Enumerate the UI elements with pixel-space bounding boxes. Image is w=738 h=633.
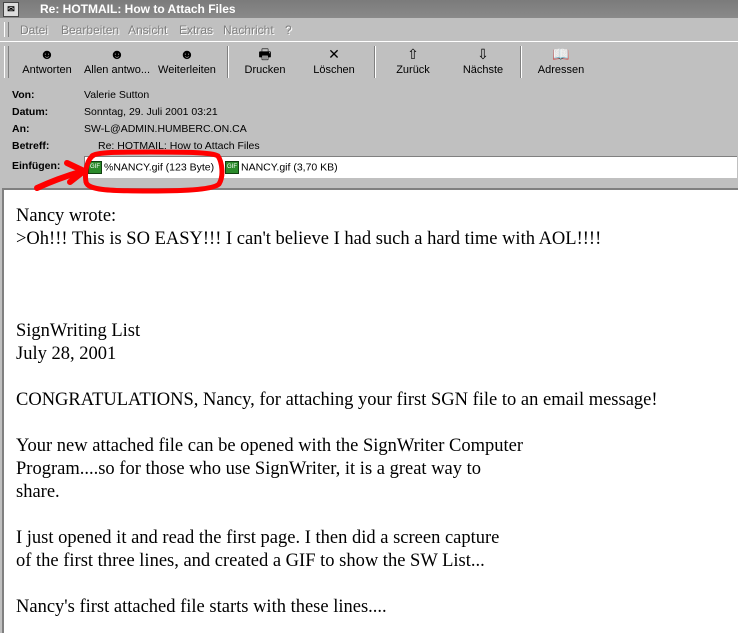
attachment-item[interactable]: GIF %NANCY.gif (123 Byte) bbox=[88, 161, 214, 174]
menu-help[interactable]: ? bbox=[285, 23, 292, 37]
menu-nachricht[interactable]: Nachricht bbox=[223, 23, 274, 37]
delete-x-icon: ✕ bbox=[328, 46, 340, 62]
title-bar: ✉ Re: HOTMAIL: How to Attach Files bbox=[0, 0, 738, 18]
body-line: CONGRATULATIONS, Nancy, for attaching yo… bbox=[16, 390, 658, 410]
up-arrow-icon: ⇧ bbox=[407, 46, 419, 62]
menu-bar: Datei Bearbeiten Ansicht Extras Nachrich… bbox=[0, 19, 738, 40]
menu-datei[interactable]: Datei bbox=[20, 23, 48, 37]
message-body[interactable]: Nancy wrote: >Oh!!! This is SO EASY!!! I… bbox=[2, 188, 738, 633]
reply-icon: ☻ bbox=[39, 46, 55, 62]
print-button[interactable]: 🖶 Drucken bbox=[236, 44, 294, 80]
body-line: SignWriting List bbox=[16, 321, 141, 341]
reply-button[interactable]: ☻ Antworten bbox=[14, 44, 80, 80]
from-label: Von: bbox=[12, 89, 35, 101]
address-book-icon: 📖 bbox=[552, 46, 570, 62]
body-line: Nancy wrote: bbox=[16, 206, 117, 226]
message-header: Von: Valerie Sutton Datum: Sonntag, 29. … bbox=[0, 82, 738, 186]
toolbar-grip[interactable] bbox=[4, 46, 9, 78]
menu-bearbeiten[interactable]: Bearbeiten bbox=[61, 23, 119, 37]
menu-ansicht[interactable]: Ansicht bbox=[128, 23, 167, 37]
to-value: SW-L@ADMIN.HUMBERC.ON.CA bbox=[84, 123, 247, 135]
body-line: I just opened it and read the first page… bbox=[16, 528, 500, 548]
forward-button[interactable]: ☻ Weiterleiten bbox=[154, 44, 220, 80]
attachment-item[interactable]: GIF NANCY.gif (3,70 KB) bbox=[225, 161, 338, 174]
subject-label: Betreff: bbox=[12, 140, 50, 152]
from-value: Valerie Sutton bbox=[84, 89, 150, 101]
menu-grip[interactable] bbox=[4, 22, 9, 37]
attachments-list: GIF %NANCY.gif (123 Byte) GIF NANCY.gif (3… bbox=[84, 156, 737, 178]
delete-button[interactable]: ✕ Löschen bbox=[306, 44, 362, 80]
toolbar-separator bbox=[520, 46, 522, 78]
address-book-button[interactable]: 📖 Adressen bbox=[530, 44, 592, 80]
next-button[interactable]: ⇩ Nächste bbox=[454, 44, 512, 80]
gif-file-icon: GIF bbox=[225, 161, 239, 174]
toolbar: ☻ Antworten ☻ Allen antwo... ☻ Weiterlei… bbox=[0, 41, 738, 83]
date-label: Datum: bbox=[12, 106, 49, 118]
forward-icon: ☻ bbox=[179, 46, 195, 62]
subject-value: Re: HOTMAIL: How to Attach Files bbox=[98, 140, 260, 152]
to-label: An: bbox=[12, 123, 30, 135]
toolbar-separator bbox=[374, 46, 376, 78]
menu-extras[interactable]: Extras bbox=[179, 23, 213, 37]
body-line: Your new attached file can be opened wit… bbox=[16, 436, 524, 456]
printer-icon: 🖶 bbox=[258, 46, 272, 62]
body-line: July 28, 2001 bbox=[16, 344, 117, 364]
date-value: Sonntag, 29. Juli 2001 03:21 bbox=[84, 106, 218, 118]
body-line: share. bbox=[16, 482, 60, 502]
down-arrow-icon: ⇩ bbox=[477, 46, 489, 62]
reply-all-icon: ☻ bbox=[109, 46, 125, 62]
envelope-icon[interactable]: ✉ bbox=[3, 2, 19, 17]
reply-all-button[interactable]: ☻ Allen antwo... bbox=[80, 44, 154, 80]
previous-button[interactable]: ⇧ Zurück bbox=[386, 44, 440, 80]
attachments-label: Einfügen: bbox=[12, 160, 61, 172]
toolbar-separator bbox=[227, 46, 229, 78]
body-line: Nancy's first attached file starts with … bbox=[16, 597, 387, 617]
window-title: Re: HOTMAIL: How to Attach Files bbox=[40, 2, 236, 16]
body-line: >Oh!!! This is SO EASY!!! I can't believ… bbox=[16, 229, 602, 249]
body-line: Program....so for those who use SignWrit… bbox=[16, 459, 482, 479]
body-line: of the first three lines, and created a … bbox=[16, 551, 485, 571]
gif-file-icon: GIF bbox=[88, 161, 102, 174]
